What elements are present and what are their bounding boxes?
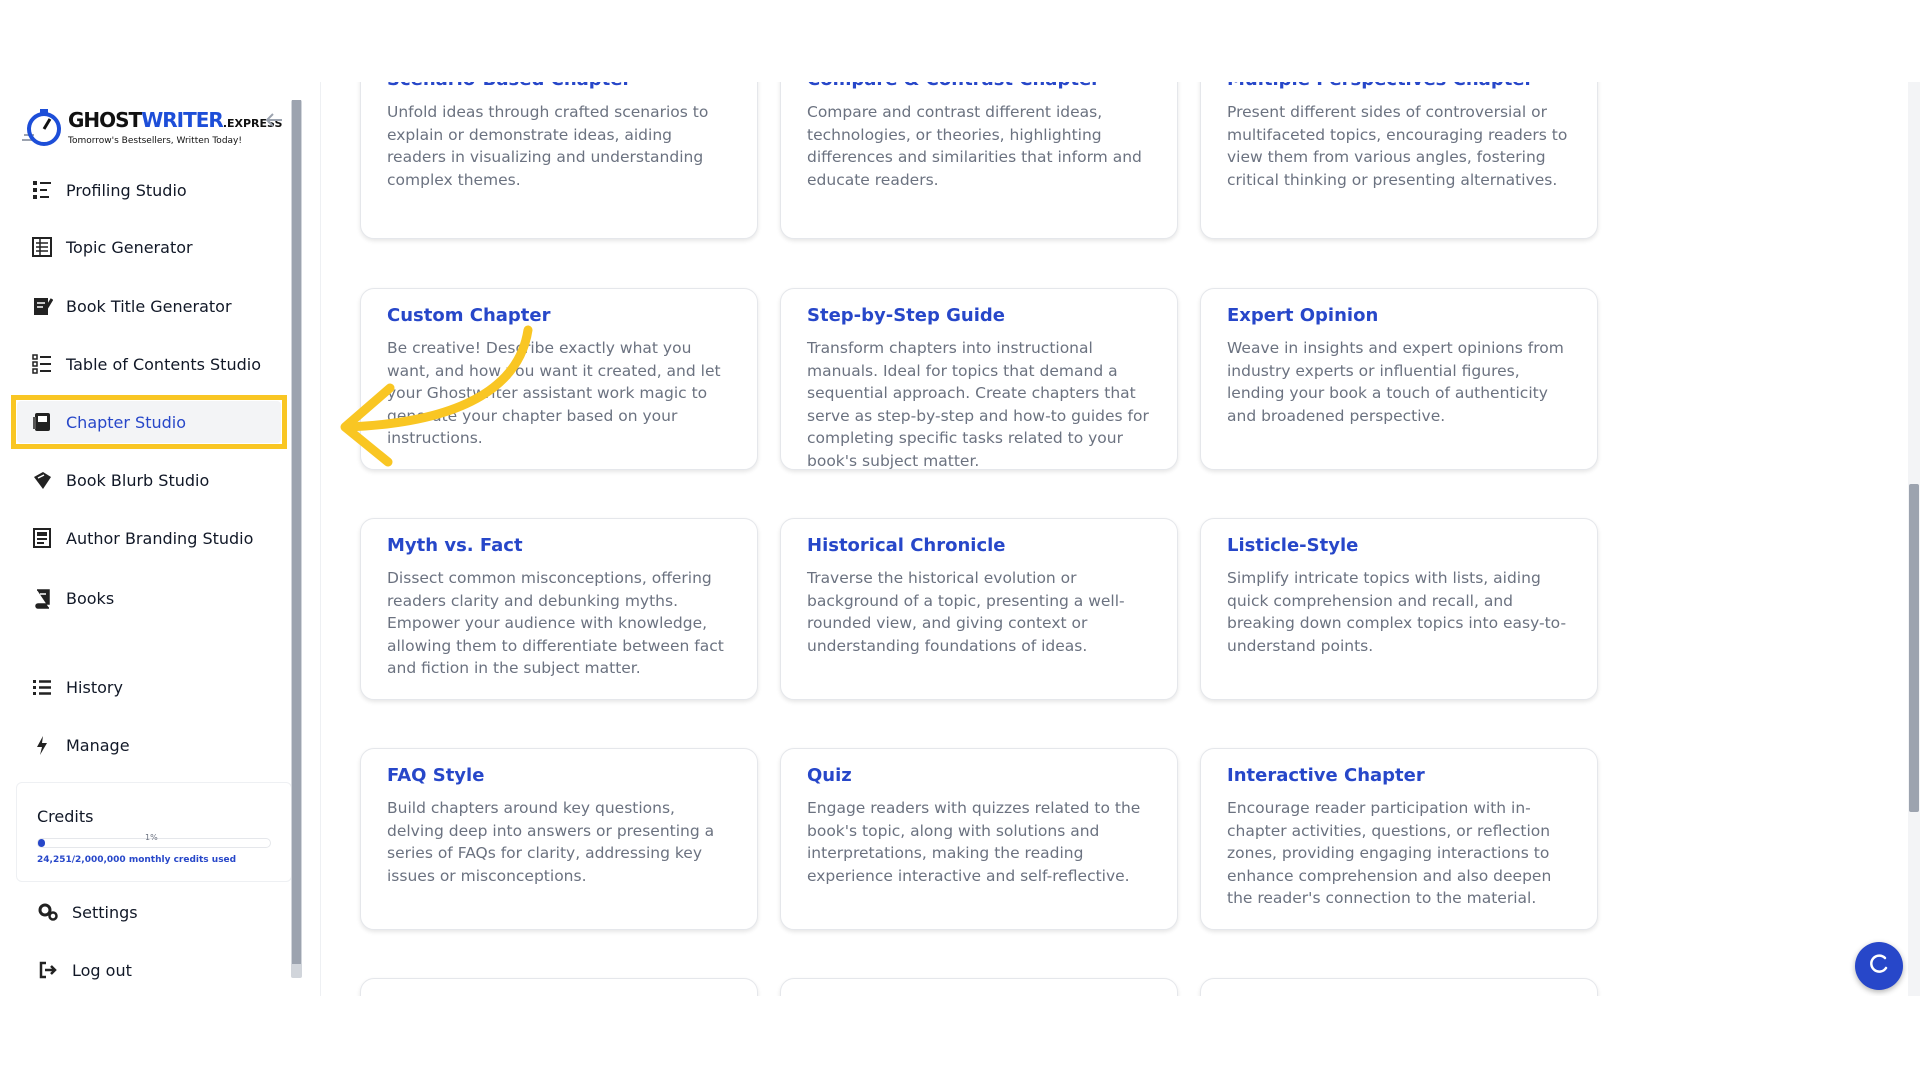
logo[interactable]: GHOSTWRITER.EXPRESS Tomorrow's Bestselle… (20, 102, 282, 152)
sidebar-item-label: Profiling Studio (66, 180, 187, 200)
app: GHOSTWRITER.EXPRESS Tomorrow's Bestselle… (0, 0, 1920, 1080)
main-scrollbar[interactable] (1908, 82, 1920, 996)
gears-icon (36, 900, 60, 924)
sidebar-item-label: Book Title Generator (66, 296, 232, 316)
card-step-by-step-guide[interactable]: Step-by-Step Guide Transform chapters in… (780, 288, 1178, 470)
brand-tagline: Tomorrow's Bestsellers, Written Today! (68, 135, 242, 146)
card-faq-style[interactable]: FAQ Style Build chapters around key ques… (360, 748, 758, 930)
card-title: Compare & Contrast Chapter (807, 82, 1100, 90)
viewport: GHOSTWRITER.EXPRESS Tomorrow's Bestselle… (0, 82, 1920, 996)
chat-bubble-icon (1866, 951, 1892, 981)
sidebar-item-label: Log out (72, 960, 132, 980)
card-description: Dissect common misconceptions, offering … (387, 569, 724, 677)
brand-writer: WRITER (141, 107, 224, 132)
brand-ghost: GHOST (68, 107, 142, 132)
card-title: Historical Chronicle (807, 535, 1006, 556)
sidebar-item-history[interactable]: History (30, 670, 123, 704)
sidebar-scrollbar[interactable] (291, 100, 302, 978)
profiling-icon (30, 178, 54, 202)
card-custom-chapter[interactable]: Custom Chapter Be creative! Describe exa… (360, 288, 758, 470)
card-quiz[interactable]: Quiz Engage readers with quizzes related… (780, 748, 1178, 930)
card-title: Custom Chapter (387, 305, 551, 326)
sidebar-item-label: Topic Generator (66, 237, 193, 257)
topic-icon (30, 235, 54, 259)
card-myth-vs-fact[interactable]: Myth vs. Fact Dissect common misconcepti… (360, 518, 758, 700)
sidebar-item-settings[interactable]: Settings (36, 895, 138, 929)
card-description: Compare and contrast different ideas, te… (807, 103, 1142, 189)
sidebar-item-author-branding-studio[interactable]: Author Branding Studio (30, 521, 253, 555)
sidebar-item-books[interactable]: Books (30, 581, 114, 615)
card-compare-contrast-chapter[interactable]: Compare & Contrast Chapter Compare and c… (780, 82, 1178, 239)
card-title: Expert Opinion (1227, 305, 1379, 326)
card-listicle-style[interactable]: Listicle-Style Simplify intricate topics… (1200, 518, 1598, 700)
card-description: Weave in insights and expert opinions fr… (1227, 339, 1564, 425)
card-partial[interactable] (360, 978, 758, 996)
history-icon (30, 675, 54, 699)
sidebar-item-table-of-contents-studio[interactable]: Table of Contents Studio (30, 347, 261, 381)
card-title: Interactive Chapter (1227, 765, 1425, 786)
chat-widget-button[interactable] (1855, 942, 1903, 990)
card-title: Scenario-Based Chapter (387, 82, 631, 90)
main-divider (320, 82, 321, 996)
card-description: Present different sides of controversial… (1227, 103, 1568, 189)
sidebar-item-manage[interactable]: Manage (30, 728, 130, 762)
credits-used-text: 24,251/2,000,000 monthly credits used (37, 855, 237, 865)
card-partial[interactable] (780, 978, 1178, 996)
branding-icon (30, 526, 54, 550)
card-title: Quiz (807, 765, 852, 786)
sidebar-item-profiling-studio[interactable]: Profiling Studio (30, 173, 187, 207)
sidebar-item-book-blurb-studio[interactable]: Book Blurb Studio (30, 463, 209, 497)
sidebar-scrollbar-thumb[interactable] (292, 100, 301, 964)
main-scrollbar-thumb[interactable] (1909, 484, 1919, 812)
books-icon (30, 586, 54, 610)
card-interactive-chapter[interactable]: Interactive Chapter Encourage reader par… (1200, 748, 1598, 930)
blurb-icon (30, 468, 54, 492)
card-description: Encourage reader participation with in-c… (1227, 799, 1552, 907)
book-title-icon (30, 294, 54, 318)
sidebar-item-label: Manage (66, 735, 130, 755)
card-description: Traverse the historical evolution or bac… (807, 569, 1125, 655)
card-description: Transform chapters into instructional ma… (807, 339, 1149, 470)
sidebar-item-label: Book Blurb Studio (66, 470, 210, 490)
card-description: Simplify intricate topics with lists, ai… (1227, 569, 1567, 655)
sidebar-item-label: Table of Contents Studio (66, 354, 261, 374)
collapse-sidebar-arrow-icon[interactable] (262, 108, 286, 132)
sidebar-item-label: Author Branding Studio (66, 528, 254, 548)
credits-progress-fill (38, 839, 45, 847)
card-scenario-based-chapter[interactable]: Scenario-Based Chapter Unfold ideas thro… (360, 82, 758, 239)
sidebar-item-book-title-generator[interactable]: Book Title Generator (30, 289, 232, 323)
highlight-box (11, 395, 287, 449)
credits-title: Credits (37, 807, 94, 826)
card-multiple-perspectives-chapter[interactable]: Multiple Perspectives Chapter Present di… (1200, 82, 1598, 239)
bolt-icon (30, 733, 54, 757)
sidebar: GHOSTWRITER.EXPRESS Tomorrow's Bestselle… (0, 82, 302, 996)
sidebar-item-topic-generator[interactable]: Topic Generator (30, 230, 193, 264)
card-description: Be creative! Describe exactly what you w… (387, 339, 721, 447)
sidebar-item-label: Settings (72, 902, 138, 922)
card-description: Engage readers with quizzes related to t… (807, 799, 1141, 885)
stopwatch-logo-icon (20, 105, 64, 149)
card-title: FAQ Style (387, 765, 485, 786)
card-title: Listicle-Style (1227, 535, 1359, 556)
card-title: Multiple Perspectives Chapter (1227, 82, 1533, 90)
card-expert-opinion[interactable]: Expert Opinion Weave in insights and exp… (1200, 288, 1598, 470)
card-title: Myth vs. Fact (387, 535, 523, 556)
card-title: Step-by-Step Guide (807, 305, 1005, 326)
brand: GHOSTWRITER.EXPRESS Tomorrow's Bestselle… (68, 109, 282, 146)
logout-icon (36, 958, 60, 982)
card-historical-chronicle[interactable]: Historical Chronicle Traverse the histor… (780, 518, 1178, 700)
sidebar-item-label: History (66, 677, 123, 697)
sidebar-item-label: Books (66, 588, 115, 608)
card-partial[interactable] (1200, 978, 1598, 996)
credits-percent: 1% (145, 833, 158, 842)
sidebar-item-log-out[interactable]: Log out (36, 953, 132, 987)
card-description: Unfold ideas through crafted scenarios t… (387, 103, 709, 189)
credits-card: Credits 1% 24,251/2,000,000 monthly cred… (16, 782, 292, 882)
card-description: Build chapters around key questions, del… (387, 799, 715, 885)
toc-icon (30, 352, 54, 376)
brand-name: GHOSTWRITER.EXPRESS (68, 109, 282, 135)
